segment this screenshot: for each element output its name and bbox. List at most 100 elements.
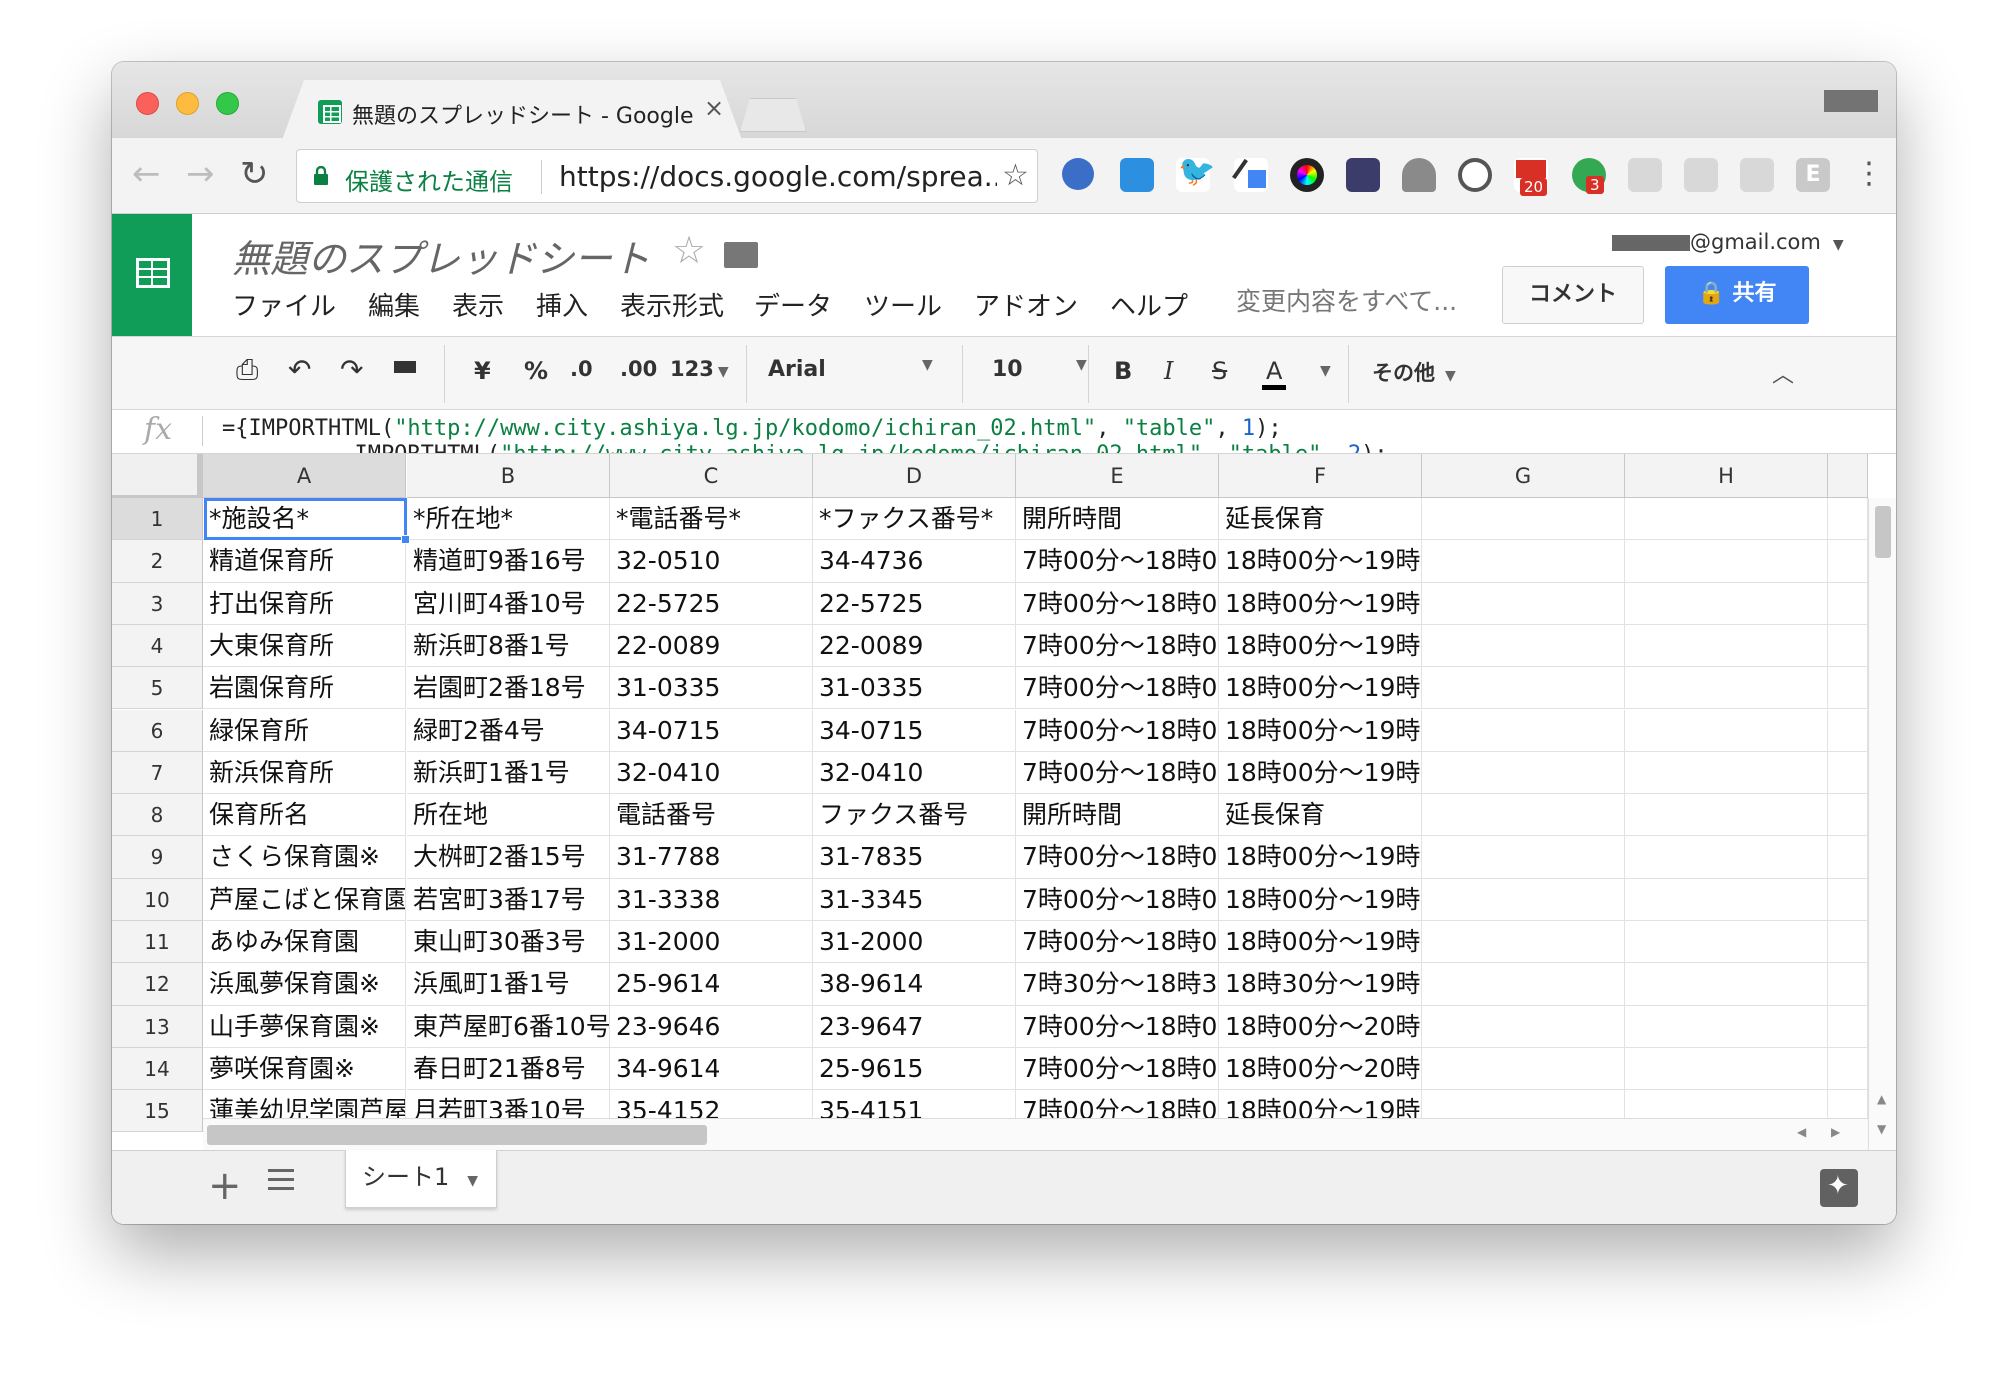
horizontal-scrollbar[interactable]: ◀ ▶ xyxy=(203,1118,1868,1150)
row-header-2[interactable]: 2 xyxy=(112,540,203,583)
cell-a4[interactable]: 大東保育所 xyxy=(203,624,406,668)
cell-d10[interactable]: 31-3345 xyxy=(813,878,1016,921)
row-header-1[interactable]: 1 xyxy=(112,498,203,541)
cell-overflow[interactable] xyxy=(1828,582,1868,625)
cell-b9[interactable]: 大桝町2番15号 xyxy=(407,836,610,879)
cell-a5[interactable]: 岩園保育所 xyxy=(203,667,406,710)
add-sheet-icon[interactable]: + xyxy=(208,1163,242,1209)
row-header-6[interactable]: 6 xyxy=(112,709,203,752)
font-size-select[interactable]: 10 ▼ xyxy=(992,357,1087,382)
cell-a11[interactable]: あゆみ保育園 xyxy=(203,921,406,964)
cell-e12[interactable]: 7時30分～18時3 xyxy=(1016,963,1219,1006)
cell-a7[interactable]: 新浜保育所 xyxy=(203,751,406,795)
cell-f1[interactable]: 延長保育 xyxy=(1219,498,1422,541)
column-header-overflow[interactable] xyxy=(1828,454,1868,498)
cell-a13[interactable]: 山手夢保育園※ xyxy=(203,1005,406,1048)
cell-f9[interactable]: 18時00分～19時00分 xyxy=(1219,836,1422,879)
cell-e10[interactable]: 7時00分～18時0 xyxy=(1016,878,1219,921)
cell-d13[interactable]: 23-9647 xyxy=(813,1005,1016,1048)
cell-c6[interactable]: 34-0715 xyxy=(610,709,813,752)
italic-button[interactable]: I xyxy=(1164,357,1173,385)
cell-c3[interactable]: 22-5725 xyxy=(610,582,813,625)
chevron-down-icon[interactable]: ▼ xyxy=(467,1173,478,1189)
cell-f3[interactable]: 18時00分～19時00分 xyxy=(1219,582,1422,625)
cell-c4[interactable]: 22-0089 xyxy=(610,624,813,668)
cell-f10[interactable]: 18時00分～19時00分 xyxy=(1219,878,1422,921)
cell-g12[interactable] xyxy=(1422,963,1625,1006)
cell-g5[interactable] xyxy=(1422,667,1625,710)
calendar-extension-icon[interactable]: 20 xyxy=(1514,158,1548,196)
cell-a2[interactable]: 精道保育所 xyxy=(203,540,406,583)
cell-h14[interactable] xyxy=(1625,1047,1828,1091)
decrease-decimal-button[interactable]: .0 xyxy=(570,357,593,381)
cell-overflow[interactable] xyxy=(1828,624,1868,668)
cell-e4[interactable]: 7時00分～18時0 xyxy=(1016,624,1219,668)
cell-e1[interactable]: 開所時間 xyxy=(1016,498,1219,541)
cell-d3[interactable]: 22-5725 xyxy=(813,582,1016,625)
menu-format[interactable]: 表示形式 xyxy=(620,286,724,323)
cell-e11[interactable]: 7時00分～18時0 xyxy=(1016,921,1219,964)
cell-e14[interactable]: 7時00分～18時0 xyxy=(1016,1047,1219,1091)
cell-c14[interactable]: 34-9614 xyxy=(610,1047,813,1091)
cell-overflow[interactable] xyxy=(1828,1047,1868,1091)
font-family-select[interactable]: Arial ▼ xyxy=(768,357,933,382)
cell-d6[interactable]: 34-0715 xyxy=(813,709,1016,752)
cell-a9[interactable]: さくら保育園※ xyxy=(203,836,406,879)
speedometer-extension-icon[interactable] xyxy=(1346,158,1380,192)
cell-g11[interactable] xyxy=(1422,921,1625,964)
cell-b14[interactable]: 春日町21番8号 xyxy=(407,1047,610,1091)
cell-c8[interactable]: 電話番号 xyxy=(610,794,813,837)
cell-h4[interactable] xyxy=(1625,624,1828,668)
cell-overflow[interactable] xyxy=(1828,667,1868,710)
cell-b10[interactable]: 若宮町3番17号 xyxy=(407,878,610,921)
cell-c10[interactable]: 31-3338 xyxy=(610,878,813,921)
cell-b4[interactable]: 新浜町8番1号 xyxy=(407,624,610,668)
row-header-15[interactable]: 15 xyxy=(112,1090,203,1133)
new-tab-button[interactable] xyxy=(740,98,806,132)
cell-b7[interactable]: 新浜町1番1号 xyxy=(407,751,610,795)
row-header-3[interactable]: 3 xyxy=(112,582,203,625)
at-extension-icon[interactable] xyxy=(1402,158,1436,192)
cell-b13[interactable]: 東芦屋町6番10号 xyxy=(407,1005,610,1048)
cell-overflow[interactable] xyxy=(1828,540,1868,583)
cell-g10[interactable] xyxy=(1422,878,1625,921)
menu-file[interactable]: ファイル xyxy=(232,286,336,323)
forward-icon[interactable]: → xyxy=(186,154,215,194)
cell-f7[interactable]: 18時00分～19時00分 xyxy=(1219,751,1422,795)
redo-icon[interactable]: ↷ xyxy=(340,353,363,386)
cell-b1[interactable]: *所在地* xyxy=(407,498,610,541)
cell-b3[interactable]: 宮川町4番10号 xyxy=(407,582,610,625)
save-status[interactable]: 変更内容をすべて... xyxy=(1236,282,1457,318)
cell-b11[interactable]: 東山町30番3号 xyxy=(407,921,610,964)
formula-input[interactable]: ={IMPORTHTML("http://www.city.ashiya.lg.… xyxy=(222,416,1388,453)
column-header-d[interactable]: D xyxy=(813,454,1016,498)
row-header-7[interactable]: 7 xyxy=(112,751,203,795)
cell-overflow[interactable] xyxy=(1828,921,1868,964)
bl-extension-icon[interactable] xyxy=(1120,158,1154,192)
explore-icon[interactable] xyxy=(1820,1169,1858,1207)
cell-g6[interactable] xyxy=(1422,709,1625,752)
e-extension-icon[interactable]: E xyxy=(1796,158,1830,192)
menu-help[interactable]: ヘルプ xyxy=(1110,286,1188,323)
cell-b2[interactable]: 精道町9番16号 xyxy=(407,540,610,583)
select-all-corner[interactable] xyxy=(112,454,203,498)
comment-button[interactable]: コメント xyxy=(1502,266,1644,324)
text-color-button[interactable]: A xyxy=(1262,357,1287,390)
scroll-down-icon[interactable]: ▼ xyxy=(1877,1122,1886,1136)
cell-c12[interactable]: 25-9614 xyxy=(610,963,813,1006)
cell-overflow[interactable] xyxy=(1828,751,1868,795)
cell-e7[interactable]: 7時00分～18時0 xyxy=(1016,751,1219,795)
cell-a3[interactable]: 打出保育所 xyxy=(203,582,406,625)
column-header-f[interactable]: F xyxy=(1219,454,1422,498)
row-header-10[interactable]: 10 xyxy=(112,878,203,921)
cell-overflow[interactable] xyxy=(1828,709,1868,752)
currency-format-button[interactable]: ¥ xyxy=(474,357,491,385)
column-header-e[interactable]: E xyxy=(1016,454,1219,498)
cell-h2[interactable] xyxy=(1625,540,1828,583)
cell-c13[interactable]: 23-9646 xyxy=(610,1005,813,1048)
column-header-a[interactable]: A xyxy=(203,454,406,498)
cell-f4[interactable]: 18時00分～19時00分 xyxy=(1219,624,1422,668)
more-formats-button[interactable]: 123 ▼ xyxy=(670,357,729,381)
cell-overflow[interactable] xyxy=(1828,963,1868,1006)
cell-f5[interactable]: 18時00分～19時00分 xyxy=(1219,667,1422,710)
